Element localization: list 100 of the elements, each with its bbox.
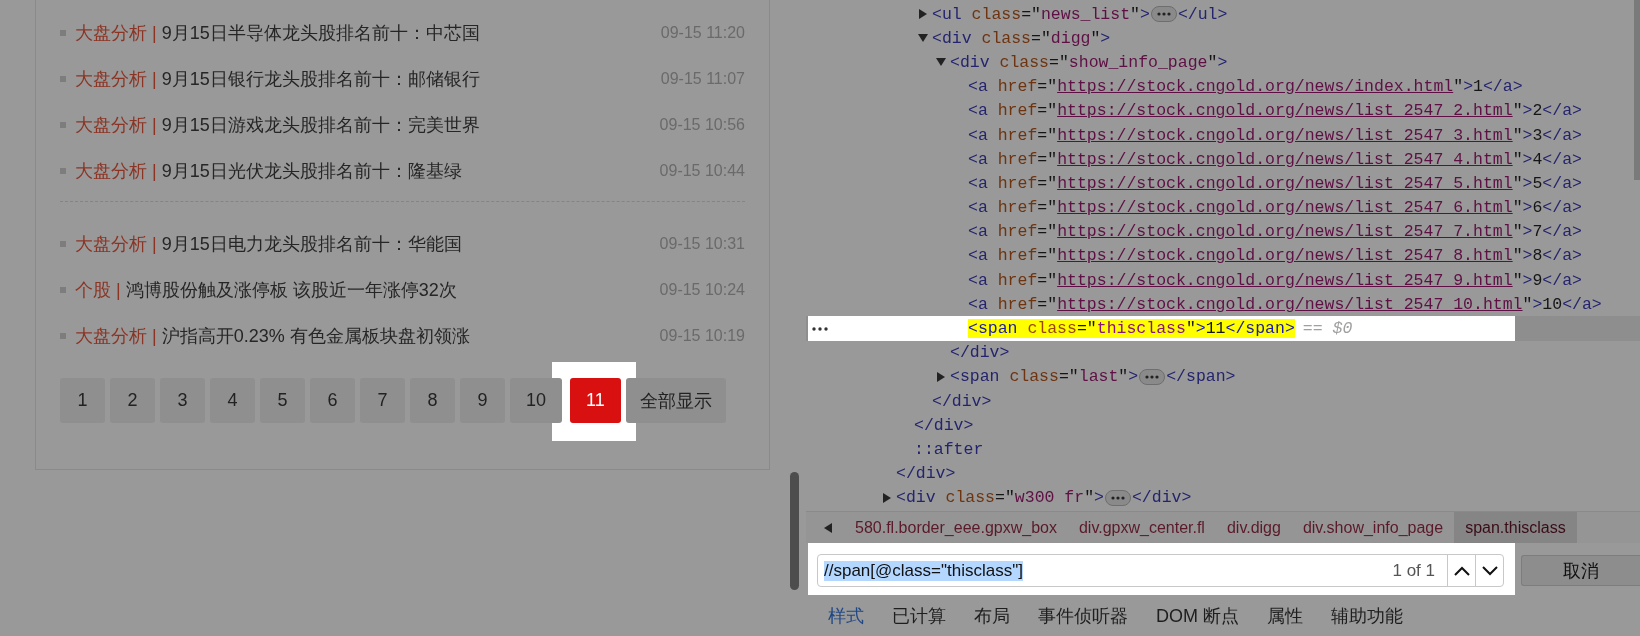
attribute-link[interactable]: https://stock.cngold.org/news/list_2547_6.html [1057, 198, 1513, 218]
category-link[interactable]: 大盘分析 [75, 67, 147, 91]
attribute-name: href [996, 294, 1038, 314]
search-field[interactable]: //span[@class="thisclass"] [818, 555, 1393, 586]
panel-tab[interactable]: 已计算 [892, 595, 946, 636]
html-tag: </span> [1225, 319, 1295, 339]
collapsed-arrow-icon[interactable] [882, 492, 892, 503]
attribute-name: href [996, 173, 1038, 193]
attribute-name: class [1017, 319, 1077, 339]
category-link[interactable]: 大盘分析 [75, 324, 147, 348]
attribute-link[interactable]: https://stock.cngold.org/news/list_2547_4.html [1057, 149, 1513, 169]
expanded-arrow-icon[interactable] [918, 33, 928, 44]
news-title[interactable]: 9月15日半导体龙头股排名前十：中芯国 [161, 21, 480, 45]
html-tag: </a> [1542, 246, 1582, 266]
punctuation: =" [1037, 173, 1058, 193]
news-title[interactable]: 9月15日电力龙头股排名前十：华能国 [161, 232, 462, 256]
attribute-link[interactable]: https://stock.cngold.org/news/list_2547_7.html [1057, 222, 1513, 242]
ellipsis-button[interactable] [1139, 368, 1166, 385]
news-title[interactable]: 沪指高开0.23% 有色金属板块盘初领涨 [161, 324, 470, 348]
html-tag: > [1522, 246, 1533, 266]
html-tag: > [1522, 173, 1533, 193]
punctuation: " [1512, 101, 1523, 121]
attribute-name: href [996, 125, 1038, 145]
collapsed-arrow-icon[interactable] [936, 371, 946, 382]
html-tag: > [1522, 125, 1533, 145]
expanded-arrow-icon[interactable] [936, 57, 946, 68]
selected-row[interactable]: <span class="thisclass">11</span> == $0 [806, 316, 1640, 341]
category-link[interactable]: 大盘分析 [75, 21, 147, 45]
panel-tab[interactable]: 事件侦听器 [1038, 595, 1128, 636]
punctuation: =" [1037, 77, 1058, 97]
breadcrumb-item[interactable]: 580.fl.border_eee.gpxw_box [844, 512, 1068, 543]
news-title[interactable]: 9月15日光伏龙头股排名前十：隆基绿 [161, 159, 462, 183]
category-link[interactable]: 大盘分析 [75, 159, 147, 183]
attribute-link[interactable]: https://stock.cngold.org/news/list_2547_9.html [1057, 270, 1513, 290]
attribute-value: news_list [1040, 4, 1131, 24]
page-button[interactable]: 2 [110, 378, 155, 423]
punctuation: =" [1021, 4, 1041, 24]
html-tag: > [1463, 77, 1474, 97]
breadcrumb-item[interactable]: div.digg [1215, 512, 1292, 543]
category-link[interactable]: 大盘分析 [75, 113, 147, 137]
cancel-button[interactable]: 取消 [1521, 555, 1640, 586]
scrollbar[interactable] [790, 472, 799, 590]
more-icon[interactable] [812, 326, 828, 331]
page-button[interactable]: 8 [410, 378, 455, 423]
category-link[interactable]: 个股 [75, 278, 111, 302]
html-tag: > [1522, 149, 1533, 169]
text-content: 3 [1532, 125, 1543, 145]
breadcrumb-item[interactable]: div.show_info_page [1291, 512, 1455, 543]
ellipsis-button[interactable] [1150, 6, 1177, 23]
collapsed-arrow-icon[interactable] [918, 9, 928, 20]
page-button[interactable]: 9 [460, 378, 505, 423]
separator-text: | [152, 68, 157, 90]
panel-tab[interactable]: DOM 断点 [1156, 595, 1239, 636]
breadcrumb-item[interactable]: span.thisclass [1454, 512, 1577, 543]
punctuation: =" [1058, 367, 1079, 387]
page-button[interactable]: 10 [510, 378, 563, 423]
html-tag: > [1522, 270, 1533, 290]
news-title[interactable]: 鸿博股份触及涨停板 该股近一年涨停32次 [125, 278, 457, 302]
html-tag: </a> [1542, 101, 1582, 121]
breadcrumb-item[interactable]: div.gpxw_center.fl [1067, 512, 1216, 543]
punctuation: =" [1037, 101, 1058, 121]
attribute-name: href [996, 270, 1038, 290]
panel-tab[interactable]: 样式 [828, 595, 864, 636]
separator-text: | [152, 160, 157, 182]
punctuation: " [1090, 28, 1101, 48]
panel-tab[interactable]: 布局 [974, 595, 1010, 636]
show-all-button[interactable]: 全部显示 [625, 378, 726, 423]
attribute-link[interactable]: https://stock.cngold.org/news/list_2547_10.html [1057, 294, 1523, 314]
page-button[interactable]: 5 [260, 378, 305, 423]
attribute-link[interactable]: https://stock.cngold.org/news/list_2547_5.html [1057, 173, 1513, 193]
attribute-link[interactable]: https://stock.cngold.org/news/index.html [1057, 77, 1454, 97]
html-tag: </div> [1131, 488, 1192, 508]
news-title[interactable]: 9月15日银行龙头股排名前十：邮储银行 [161, 67, 480, 91]
html-tag: > [1140, 4, 1150, 24]
news-title[interactable]: 9月15日游戏龙头股排名前十：完美世界 [161, 113, 480, 137]
attribute-link[interactable]: https://stock.cngold.org/news/list_2547_8.html [1057, 246, 1513, 266]
attribute-name: class [944, 488, 996, 508]
page-button[interactable]: 3 [160, 378, 205, 423]
page-button[interactable]: 7 [360, 378, 405, 423]
selection-marker: == $0 [1302, 319, 1353, 339]
scroll-left-icon[interactable] [824, 522, 832, 533]
panel-tab[interactable]: 属性 [1267, 595, 1303, 636]
text-content: 7 [1532, 222, 1543, 242]
attribute-value: w300 fr [1014, 488, 1085, 508]
html-tag: <a [968, 173, 988, 193]
html-tag: </a> [1542, 270, 1582, 290]
attribute-link[interactable]: https://stock.cngold.org/news/list_2547_3.html [1057, 125, 1513, 145]
page-button[interactable]: 4 [210, 378, 255, 423]
punctuation: " [1453, 77, 1464, 97]
scrollbar[interactable] [1634, 0, 1640, 180]
ellipsis-button[interactable] [1104, 489, 1131, 506]
category-link[interactable]: 大盘分析 [75, 232, 147, 256]
html-tag: <a [968, 294, 988, 314]
panel-tab[interactable]: 辅助功能 [1331, 595, 1403, 636]
page-button[interactable]: 1 [60, 378, 105, 423]
attribute-link[interactable]: https://stock.cngold.org/news/list_2547_2.html [1057, 101, 1513, 121]
html-tag: > [1522, 222, 1533, 242]
page-button[interactable]: 6 [310, 378, 355, 423]
page-button[interactable]: 11 [570, 378, 621, 423]
bullet-icon [60, 287, 66, 293]
